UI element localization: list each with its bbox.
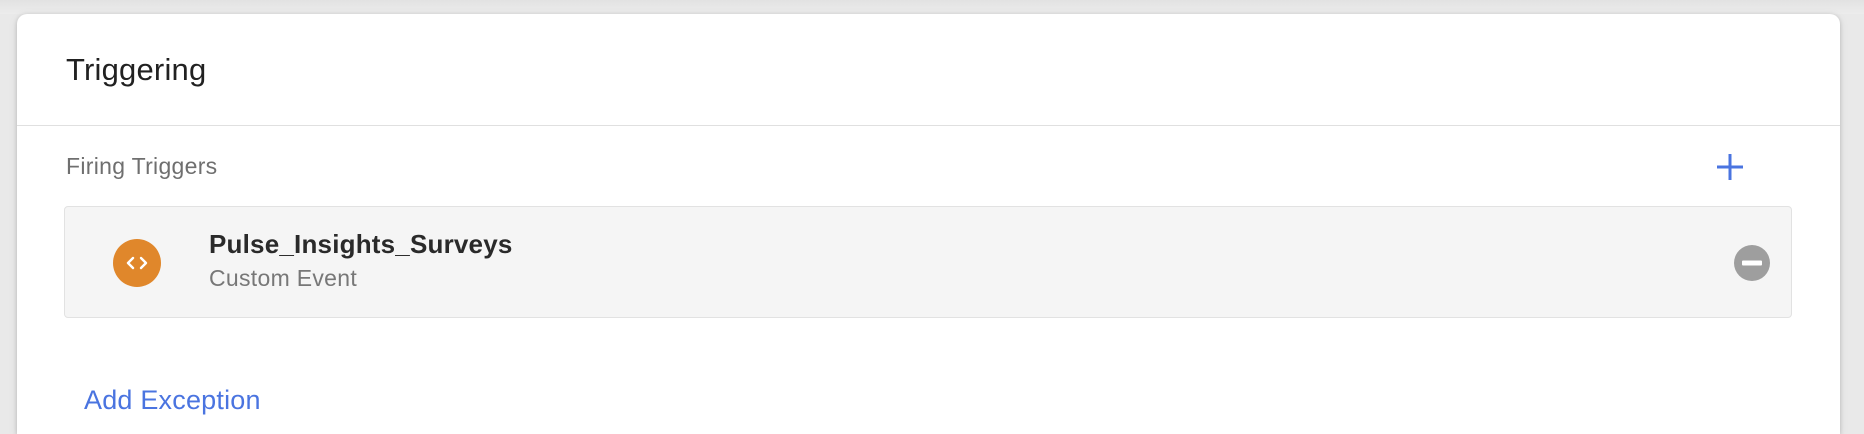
- add-trigger-button[interactable]: [1710, 147, 1750, 187]
- plus-icon: [1717, 154, 1743, 180]
- triggering-card: Triggering Firing Triggers Pulse_Insight…: [17, 14, 1840, 434]
- trigger-name: Pulse_Insights_Surveys: [209, 229, 513, 259]
- trigger-type: Custom Event: [209, 265, 358, 291]
- custom-event-code-icon: [113, 239, 161, 287]
- trigger-row[interactable]: Pulse_Insights_Surveys Custom Event: [64, 206, 1792, 318]
- page-background: [0, 0, 1864, 14]
- remove-circle-icon: [1734, 245, 1770, 281]
- add-exception-link[interactable]: Add Exception: [84, 385, 261, 416]
- firing-triggers-label: Firing Triggers: [66, 153, 218, 179]
- card-title: Triggering: [66, 52, 207, 87]
- remove-trigger-button[interactable]: [1732, 243, 1772, 283]
- card-header[interactable]: Triggering: [17, 14, 1840, 126]
